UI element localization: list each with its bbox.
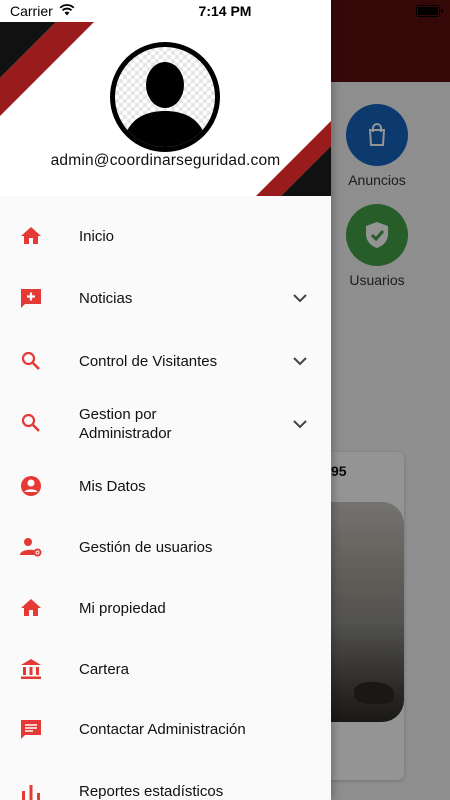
navigation-drawer: admin@coordinarseguridad.com Inicio Noti… — [0, 0, 331, 800]
chevron-down-icon[interactable] — [290, 351, 310, 371]
account-circle-icon — [18, 473, 44, 499]
menu-item-label: Reportes estadísticos — [79, 782, 224, 800]
menu-item-label: Control de Visitantes — [79, 352, 218, 370]
menu-item-label: Inicio — [79, 227, 115, 245]
avatar[interactable] — [110, 42, 220, 152]
add-comment-icon — [18, 285, 44, 311]
search-icon — [18, 410, 44, 436]
menu-item-reportes-estadisticos[interactable]: Reportes estadísticos — [0, 777, 331, 800]
menu-item-label: Cartera — [79, 660, 130, 678]
menu-item-label: Mi propiedad — [79, 599, 166, 617]
menu-item-label: Contactar Administración — [79, 720, 246, 738]
carrier-label: Carrier — [10, 3, 53, 19]
chevron-down-icon[interactable] — [290, 414, 310, 434]
message-icon — [18, 716, 44, 742]
drawer-header: admin@coordinarseguridad.com — [0, 0, 331, 196]
menu-item-mi-propiedad[interactable]: Mi propiedad — [0, 594, 331, 622]
wifi-icon — [59, 3, 75, 19]
menu-item-control-visitantes[interactable]: Control de Visitantes — [0, 347, 331, 375]
search-icon — [18, 348, 44, 374]
person-icon — [123, 62, 207, 147]
home-icon — [18, 223, 44, 249]
menu-item-label: Gestion por Administrador — [79, 406, 172, 442]
menu-item-label: Mis Datos — [79, 477, 146, 495]
status-bar: Carrier 7:14 PM — [0, 0, 450, 22]
home-icon — [18, 595, 44, 621]
bank-icon — [18, 656, 44, 682]
battery-icon — [416, 5, 443, 17]
menu-item-mis-datos[interactable]: Mis Datos — [0, 472, 331, 500]
menu-item-cartera[interactable]: Cartera — [0, 655, 331, 683]
menu-item-label: Gestión de usuarios — [79, 538, 213, 556]
menu-item-gestion-administrador[interactable]: Gestion por Administrador — [0, 405, 331, 443]
chevron-down-icon[interactable] — [290, 288, 310, 308]
user-settings-icon — [18, 534, 44, 560]
menu-item-inicio[interactable]: Inicio — [0, 222, 331, 250]
menu-item-contactar-administracion[interactable]: Contactar Administración — [0, 715, 331, 743]
menu-item-label: Noticias — [79, 289, 133, 307]
menu-item-noticias[interactable]: Noticias — [0, 284, 331, 312]
menu-item-gestion-usuarios[interactable]: Gestión de usuarios — [0, 533, 331, 561]
bar-chart-icon — [18, 778, 44, 800]
user-email: admin@coordinarseguridad.com — [50, 152, 281, 169]
